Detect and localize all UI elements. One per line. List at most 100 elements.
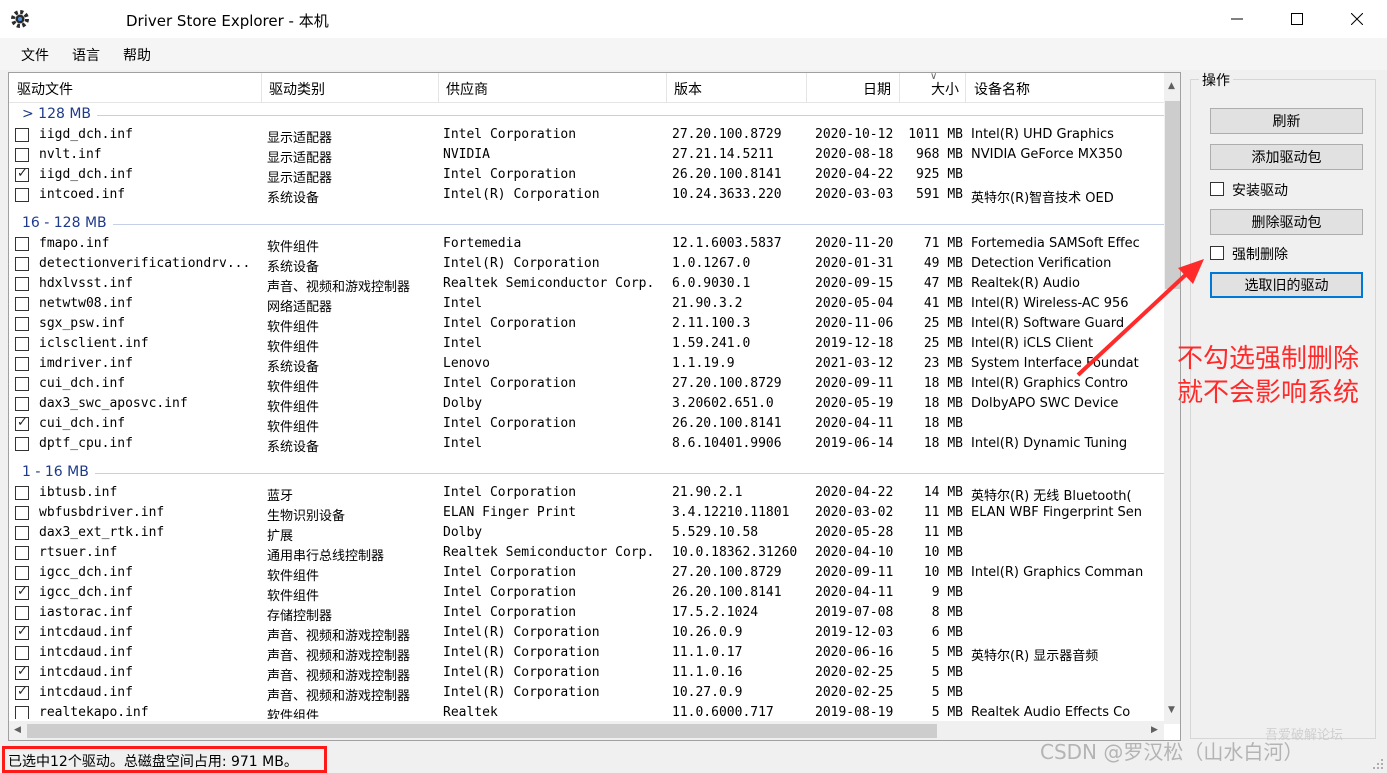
row-checkbox[interactable] — [15, 437, 29, 451]
row-checkbox[interactable] — [15, 337, 29, 351]
row-checkbox[interactable] — [15, 297, 29, 311]
table-row[interactable]: intcoed.inf 系统设备 Intel(R) Corporation 10.24… — [9, 185, 1164, 206]
row-checkbox[interactable] — [15, 357, 29, 371]
table-row[interactable]: dptf_cpu.inf 系统设备 Intel 8.6.10401.9906 2019-… — [9, 434, 1164, 455]
cell-device: ELAN WBF Fingerprint Sen — [971, 505, 1143, 520]
resize-grip-icon[interactable] — [1372, 758, 1384, 770]
row-checkbox-checked[interactable] — [15, 415, 29, 431]
group-header[interactable]: > 128 MB — [9, 105, 1164, 125]
table-row[interactable]: detectionverificationdrv... 系统设备 Intel(R) … — [9, 254, 1164, 275]
column-header-version[interactable]: 版本 — [674, 79, 702, 99]
table-row[interactable]: realtekapo.inf 软件组件 Realtek 11.0.6000.717 20… — [9, 703, 1164, 719]
delete-package-button[interactable]: 删除驱动包 — [1210, 209, 1363, 235]
row-checkbox-checked[interactable] — [15, 584, 29, 600]
table-row[interactable]: rtsuer.inf 通用串行总线控制器 Realtek Semiconductor… — [9, 543, 1164, 564]
column-header-size[interactable]: 大小 — [931, 79, 959, 99]
menu-help[interactable]: 帮助 — [123, 45, 151, 65]
cell-size: 49 MB — [923, 256, 963, 271]
refresh-button[interactable]: 刷新 — [1210, 108, 1363, 134]
row-checkbox[interactable] — [15, 526, 29, 540]
row-checkbox[interactable] — [15, 148, 29, 162]
table-row[interactable]: nvlt.inf 显示适配器 NVIDIA 27.21.14.5211 2020-08-… — [9, 145, 1164, 166]
table-row[interactable]: imdriver.inf 系统设备 Lenovo 1.1.19.9 2021-03-12… — [9, 354, 1164, 375]
column-separator[interactable] — [806, 73, 807, 103]
table-row[interactable]: iclsclient.inf 软件组件 Intel 1.59.241.0 2019-12… — [9, 334, 1164, 355]
column-separator[interactable] — [899, 73, 900, 103]
column-header-device[interactable]: 设备名称 — [974, 79, 1030, 99]
checkbox-box[interactable] — [1210, 182, 1224, 196]
cell-vendor: Intel(R) Corporation — [443, 625, 600, 640]
table-row[interactable]: iigd_dch.inf 显示适配器 Intel Corporation 26.20.… — [9, 165, 1164, 186]
row-checkbox-checked[interactable] — [15, 166, 29, 182]
checkbox-box[interactable] — [1210, 246, 1224, 260]
table-row[interactable]: intcdaud.inf 声音、视频和游戏控制器 Intel(R) Corporat… — [9, 643, 1164, 664]
horizontal-scroll-thumb[interactable] — [27, 724, 937, 738]
table-row[interactable]: iastorac.inf 存储控制器 Intel Corporation 17.5.2… — [9, 603, 1164, 624]
column-separator[interactable] — [261, 73, 262, 103]
row-checkbox[interactable] — [15, 646, 29, 660]
row-checkbox-checked[interactable] — [15, 664, 29, 680]
column-header-file[interactable]: 驱动文件 — [17, 79, 73, 99]
scroll-right-icon[interactable]: ▶ — [1151, 725, 1158, 735]
row-checkbox[interactable] — [15, 706, 29, 719]
row-checkbox[interactable] — [15, 566, 29, 580]
group-header[interactable]: 1 - 16 MB — [9, 463, 1164, 483]
column-header-category[interactable]: 驱动类别 — [269, 79, 325, 99]
scroll-down-icon[interactable]: ▼ — [1168, 705, 1175, 715]
row-checkbox-checked[interactable] — [15, 684, 29, 700]
table-row[interactable]: cui_dch.inf 软件组件 Intel Corporation 26.20.10… — [9, 414, 1164, 435]
minimize-button[interactable] — [1214, 0, 1260, 38]
table-row[interactable]: sgx_psw.inf 软件组件 Intel Corporation 2.11.100… — [9, 314, 1164, 335]
window-title: Driver Store Explorer - 本机 — [126, 12, 329, 30]
horizontal-scrollbar[interactable]: ◀ ▶ — [9, 721, 1164, 740]
row-checkbox[interactable] — [15, 277, 29, 291]
cell-date: 2020-04-22 — [815, 167, 894, 182]
cell-date: 2020-08-18 — [815, 147, 894, 162]
table-row[interactable]: intcdaud.inf 声音、视频和游戏控制器 Intel(R) Corporat… — [9, 623, 1164, 644]
table-row[interactable]: intcdaud.inf 声音、视频和游戏控制器 Intel(R) Corporat… — [9, 683, 1164, 704]
column-separator[interactable] — [438, 73, 439, 103]
row-checkbox[interactable] — [15, 377, 29, 391]
row-checkbox[interactable] — [15, 606, 29, 620]
group-header[interactable]: 16 - 128 MB — [9, 214, 1164, 234]
row-checkbox[interactable] — [15, 317, 29, 331]
row-checkbox[interactable] — [15, 506, 29, 520]
select-old-drivers-button[interactable]: 选取旧的驱动 — [1210, 272, 1363, 298]
table-row[interactable]: dax3_swc_aposvc.inf 软件组件 Dolby 3.20602.651.… — [9, 394, 1164, 415]
row-checkbox[interactable] — [15, 257, 29, 271]
column-separator[interactable] — [666, 73, 667, 103]
column-header-vendor[interactable]: 供应商 — [446, 79, 488, 99]
row-checkbox[interactable] — [15, 486, 29, 500]
table-row[interactable]: netwtw08.inf 网络适配器 Intel 21.90.3.2 2020-05-0… — [9, 294, 1164, 315]
table-row[interactable]: intcdaud.inf 声音、视频和游戏控制器 Intel(R) Corporat… — [9, 663, 1164, 684]
menu-language[interactable]: 语言 — [72, 45, 100, 65]
table-row[interactable]: iigd_dch.inf 显示适配器 Intel Corporation 27.20.… — [9, 125, 1164, 146]
menu-file[interactable]: 文件 — [21, 45, 49, 65]
scroll-left-icon[interactable]: ◀ — [14, 725, 21, 735]
table-row[interactable]: igcc_dch.inf 软件组件 Intel Corporation 27.20.1… — [9, 563, 1164, 584]
row-checkbox-checked[interactable] — [15, 624, 29, 640]
cell-file: nvlt.inf — [39, 147, 102, 162]
row-checkbox[interactable] — [15, 188, 29, 202]
row-checkbox[interactable] — [15, 397, 29, 411]
close-button[interactable] — [1334, 0, 1380, 38]
cell-category: 蓝牙 — [267, 489, 294, 504]
table-row[interactable]: wbfusbdriver.inf 生物识别设备 ELAN Finger Print 3… — [9, 503, 1164, 524]
table-row[interactable]: dax3_ext_rtk.inf 扩展 Dolby 5.529.10.58 2020-0… — [9, 523, 1164, 544]
column-header-date[interactable]: 日期 — [863, 79, 891, 99]
table-row[interactable]: cui_dch.inf 软件组件 Intel Corporation 27.20.10… — [9, 374, 1164, 395]
row-checkbox[interactable] — [15, 128, 29, 142]
table-row[interactable]: ibtusb.inf 蓝牙 Intel Corporation 21.90.2.1 20… — [9, 483, 1164, 504]
add-package-button[interactable]: 添加驱动包 — [1210, 144, 1363, 170]
table-row[interactable]: igcc_dch.inf 软件组件 Intel Corporation 26.20.1… — [9, 583, 1164, 604]
table-row[interactable]: fmapo.inf 软件组件 Fortemedia 12.1.6003.5837 202… — [9, 234, 1164, 255]
row-checkbox[interactable] — [15, 546, 29, 560]
annotation-line-2: 就不会影响系统 — [1177, 378, 1360, 408]
table-row[interactable]: hdxlvsst.inf 声音、视频和游戏控制器 Realtek Semicondu… — [9, 274, 1164, 295]
scroll-up-icon[interactable]: ▲ — [1168, 81, 1175, 91]
driver-list[interactable]: 驱动文件 驱动类别 供应商 版本 日期 ∨ 大小 设备名称 > 128 MB ii… — [8, 72, 1181, 741]
cell-size: 968 MB — [916, 147, 963, 162]
maximize-button[interactable] — [1274, 0, 1320, 38]
row-checkbox[interactable] — [15, 237, 29, 251]
column-separator[interactable] — [965, 73, 966, 103]
